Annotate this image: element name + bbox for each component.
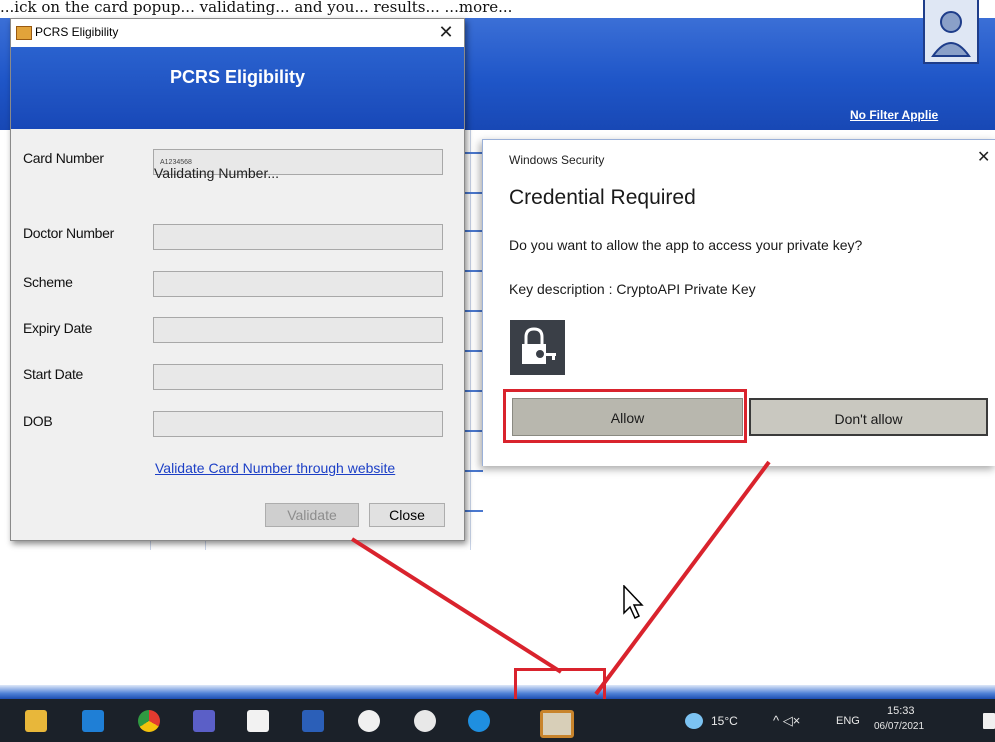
pcrs-eligibility-dialog: PCRS Eligibility ✕ PCRS Eligibility Card…: [10, 18, 465, 541]
scheme-field[interactable]: [153, 271, 443, 297]
key-description: Key description : CryptoAPI Private Key: [509, 281, 756, 297]
windows-security-dialog: Windows Security ✕ Credential Required D…: [482, 139, 995, 466]
app-icon-2[interactable]: [414, 710, 436, 732]
start-date-label: Start Date: [23, 366, 84, 382]
tray-icons[interactable]: ^ ◁×: [773, 713, 800, 729]
weather-temperature[interactable]: 15°C: [711, 714, 738, 728]
dialog-banner: [11, 47, 464, 129]
app-icon: [16, 26, 32, 40]
expiry-date-label: Expiry Date: [23, 320, 93, 336]
dialog-title: PCRS Eligibility: [35, 25, 119, 39]
background-caption: ...ick on the card popup... validating..…: [0, 0, 995, 18]
file-explorer-icon[interactable]: [25, 710, 47, 732]
banner-title: PCRS Eligibility: [169, 67, 306, 87]
scheme-label: Scheme: [23, 274, 73, 290]
lock-key-icon: [510, 320, 565, 375]
validate-button[interactable]: Validate: [265, 503, 359, 527]
teams-icon[interactable]: [193, 710, 215, 732]
word-icon[interactable]: [302, 710, 324, 732]
close-icon[interactable]: ✕: [431, 20, 461, 44]
close-icon[interactable]: ✕: [977, 147, 990, 167]
dialog-caption: Windows Security: [509, 153, 605, 167]
start-date-field[interactable]: [153, 364, 443, 390]
outlook-icon[interactable]: [82, 710, 104, 732]
doctor-number-field[interactable]: [153, 224, 443, 250]
dob-label: DOB: [23, 413, 53, 429]
dont-allow-button[interactable]: Don't allow: [749, 398, 988, 436]
expiry-date-field[interactable]: [153, 317, 443, 343]
mouse-cursor-icon: [623, 585, 644, 620]
no-filter-applied-link[interactable]: No Filter Applie: [850, 108, 995, 122]
validation-status: Validating Number...: [154, 165, 280, 181]
notifications-icon[interactable]: [983, 713, 995, 729]
clock-time[interactable]: 15:33: [887, 705, 915, 717]
close-button[interactable]: Close: [369, 503, 445, 527]
windows-taskbar: 15°C ^ ◁× ENG 15:33 06/07/2021: [0, 699, 995, 742]
background-footer-strip: [0, 685, 995, 699]
permission-question: Do you want to allow the app to access y…: [509, 237, 863, 253]
weather-icon: [685, 713, 703, 729]
pcrs-app-icon[interactable]: [540, 710, 574, 738]
card-number-label: Card Number: [23, 150, 104, 166]
clock-date[interactable]: 06/07/2021: [874, 721, 924, 732]
language-indicator[interactable]: ENG: [836, 715, 860, 727]
doctor-number-label: Doctor Number: [23, 225, 115, 241]
app-icon[interactable]: [358, 710, 380, 732]
user-avatar-icon[interactable]: [923, 0, 979, 64]
dob-field[interactable]: [153, 411, 443, 437]
plus-app-icon[interactable]: [468, 710, 490, 732]
store-icon[interactable]: [247, 710, 269, 732]
allow-button[interactable]: Allow: [512, 398, 743, 436]
validate-website-link[interactable]: Validate Card Number through website: [155, 460, 395, 476]
chrome-icon[interactable]: [138, 710, 160, 732]
dialog-titlebar: PCRS Eligibility ✕: [11, 19, 464, 47]
dialog-heading: Credential Required: [509, 186, 696, 209]
